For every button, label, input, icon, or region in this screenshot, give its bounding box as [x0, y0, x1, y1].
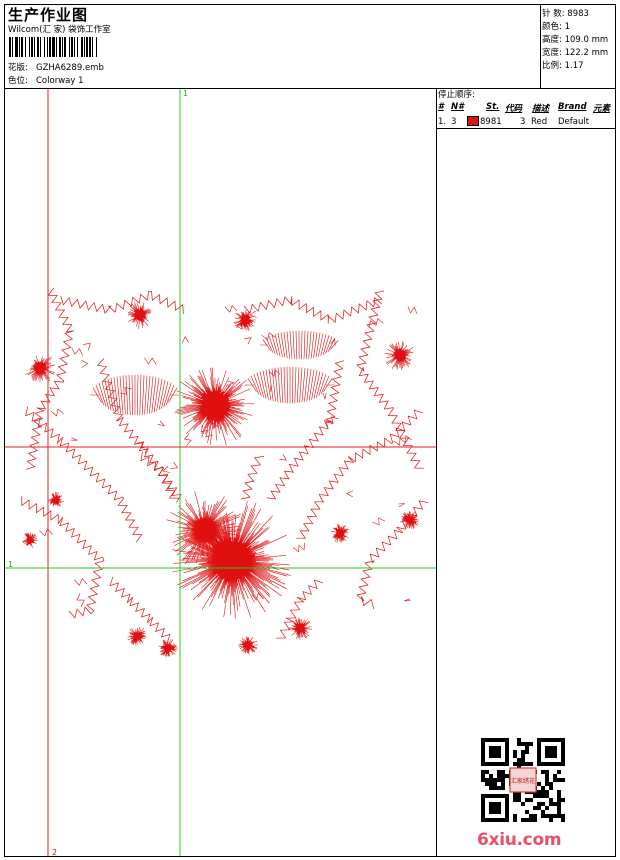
stats-divider [540, 4, 541, 88]
row-n: 3 [451, 117, 457, 127]
col-header-code: 代码 [505, 104, 523, 114]
col-header-desc: 描述 [532, 104, 550, 114]
row-stitches: 8981 [480, 117, 502, 127]
company-name: Wilcom(汇 家) 袋饰工作室 [8, 25, 111, 35]
col-header-brand: Brand [558, 102, 587, 112]
row-num: 1. [438, 117, 447, 127]
colorway-label: 色位: [8, 76, 28, 86]
stat-width: 宽度: 122.2 mm [542, 48, 609, 58]
page-title: 生产作业图 [8, 6, 89, 24]
watermark: 6xiu.com [477, 830, 562, 850]
qr-badge-text: 汇家绣花 [511, 777, 535, 785]
row-code: 3 [520, 117, 526, 127]
guide-label-left: 1 [8, 560, 14, 569]
sidebar-divider [436, 88, 437, 857]
embroidery-design [5, 89, 436, 856]
design-file-label: 花版: [8, 63, 28, 73]
colorway-name: Colorway 1 [36, 76, 84, 86]
qr-code: 汇家绣花 [481, 738, 565, 822]
col-header-elements: 元素 [593, 104, 611, 114]
col-header-st: St. [486, 102, 500, 112]
stat-colors: 颜色: 1 [542, 22, 570, 32]
guide-label-top: 1 [183, 89, 189, 98]
thread-color-swatch [467, 116, 479, 126]
design-file-name: GZHA6289.emb [36, 63, 104, 73]
barcode [9, 37, 152, 57]
stat-height: 高度: 109.0 mm [542, 35, 609, 45]
row-brand: Default [558, 117, 590, 127]
col-header-num: # [438, 102, 444, 112]
stat-stitches: 针 数: 8983 [542, 9, 589, 19]
col-header-n: N# [451, 102, 465, 112]
stop-table-bottom [436, 128, 616, 129]
row-desc: Red [531, 117, 548, 127]
stat-scale: 比例: 1.17 [542, 61, 584, 71]
guide-label-bottom: 2 [52, 848, 58, 857]
stop-sequence-title: 停止顺序: [438, 90, 475, 100]
